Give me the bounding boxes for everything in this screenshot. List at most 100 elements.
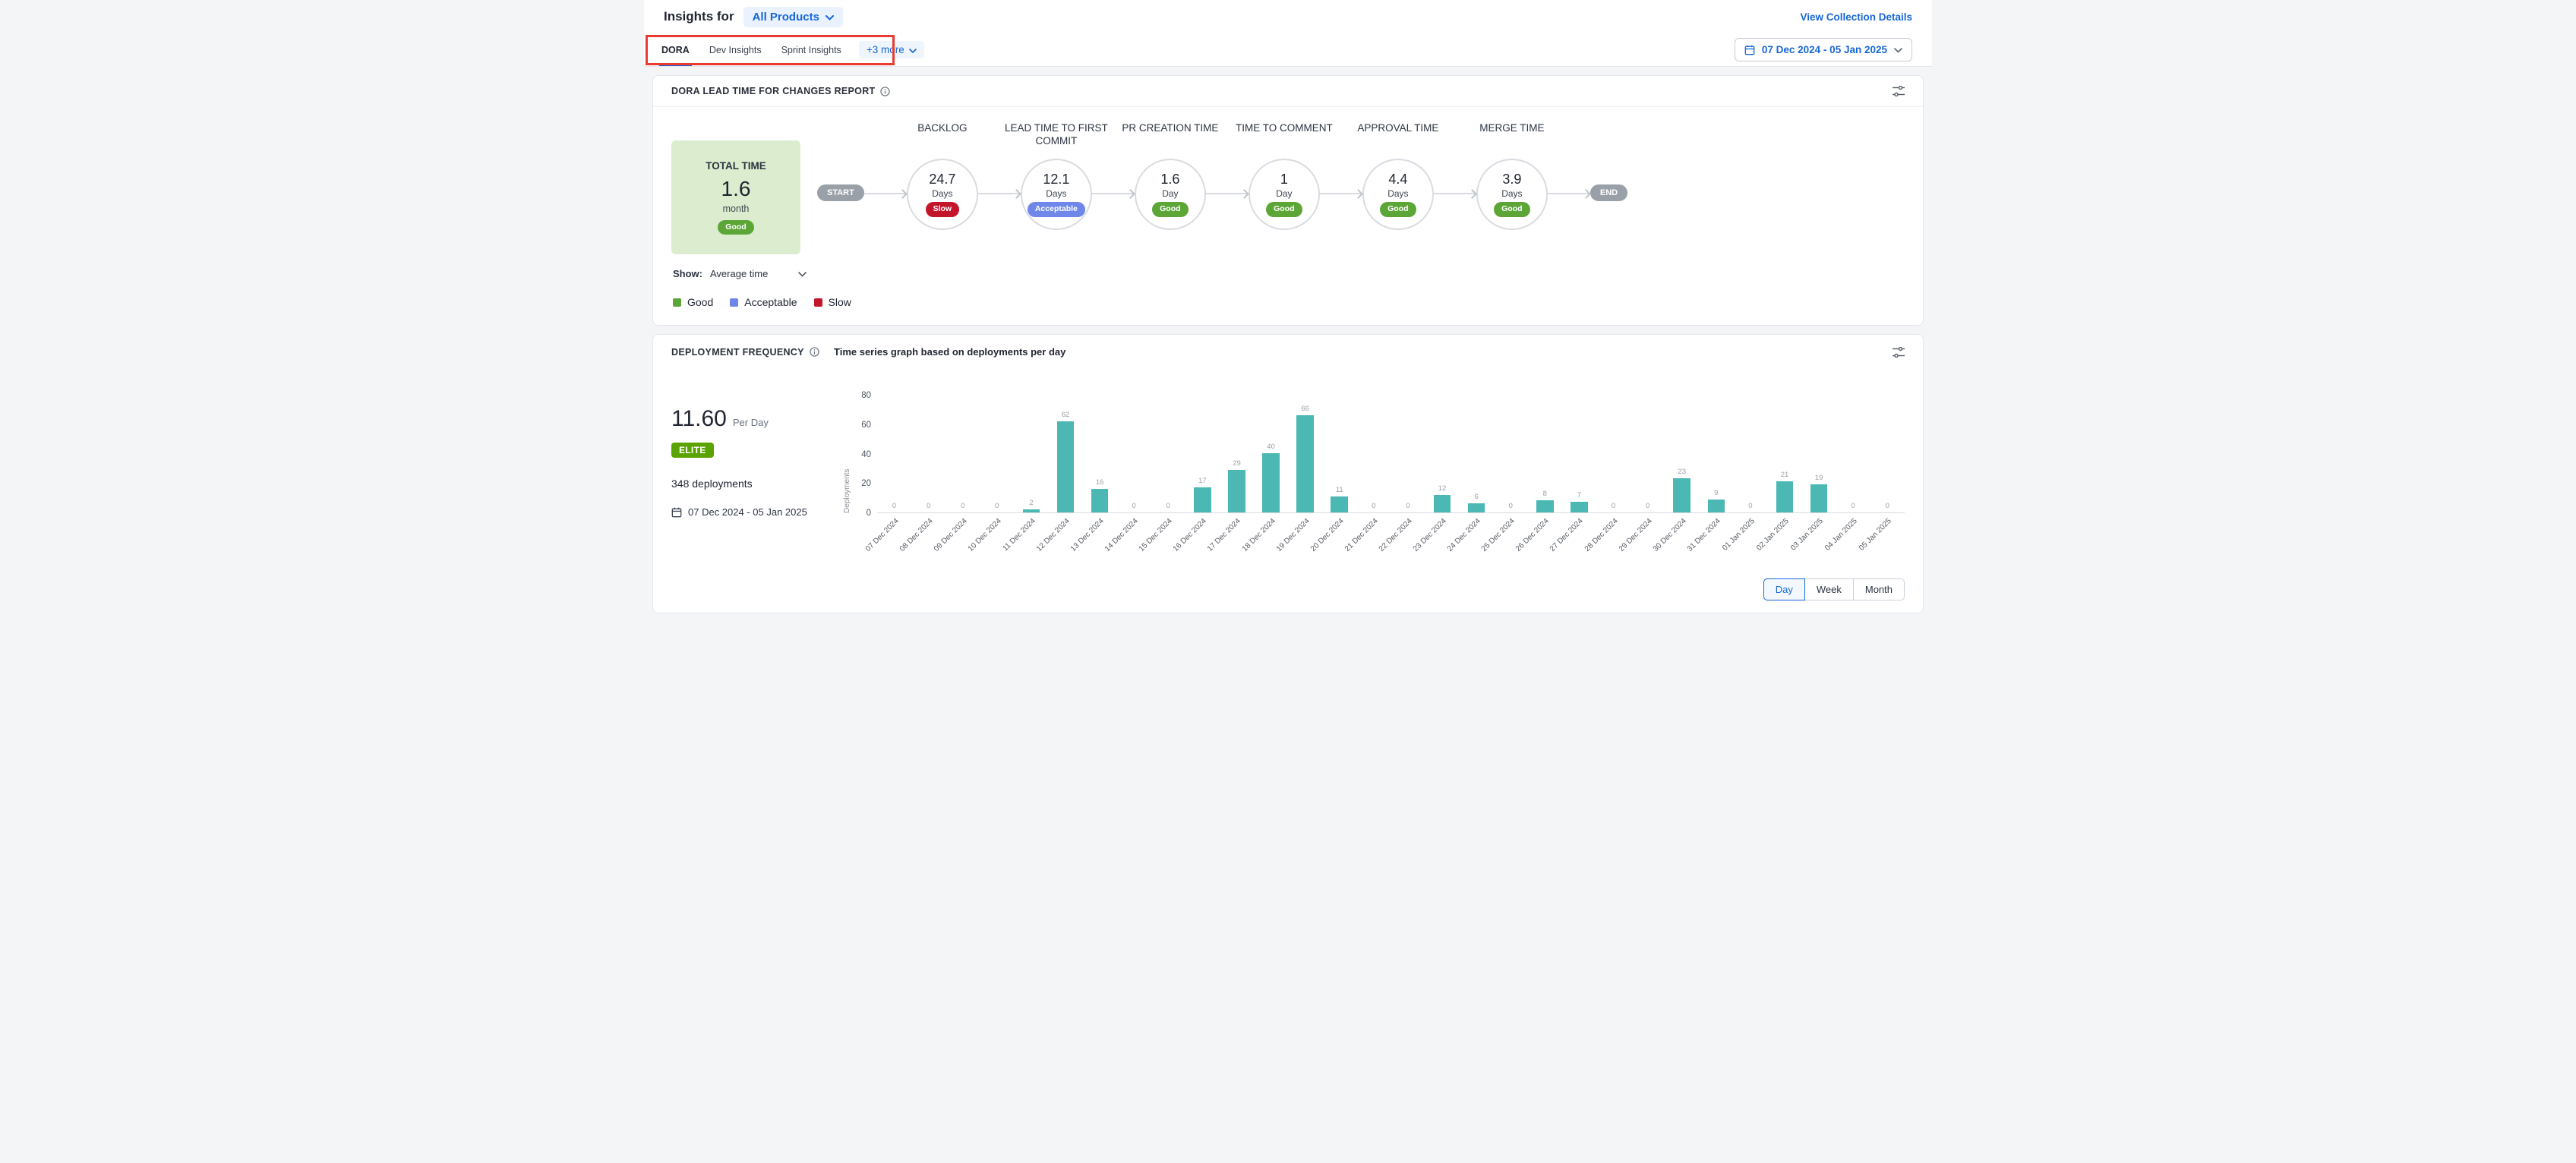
deployment-bar[interactable] bbox=[1296, 415, 1314, 512]
bar-value-label: 0 bbox=[927, 502, 930, 510]
start-pill: START bbox=[817, 184, 864, 201]
tab-dev-insights[interactable]: Dev Insights bbox=[699, 33, 772, 66]
stage-badge: Good bbox=[1266, 202, 1302, 217]
stage-badge: Good bbox=[1494, 202, 1530, 217]
bar-slot: 2102 Jan 2025 bbox=[1767, 396, 1801, 512]
info-icon[interactable] bbox=[810, 347, 819, 357]
bar-slot: 1613 Dec 2024 bbox=[1083, 396, 1117, 512]
stage-label: LEAD TIME TO FIRST COMMIT bbox=[999, 122, 1114, 159]
stage-unit: Day bbox=[1162, 188, 1178, 199]
deployment-bar[interactable] bbox=[1708, 500, 1725, 512]
deployment-bar[interactable] bbox=[1468, 503, 1485, 512]
deployment-bar[interactable] bbox=[1194, 487, 1211, 512]
stage-unit: Days bbox=[1501, 188, 1522, 199]
bar-slot: 211 Dec 2024 bbox=[1014, 396, 1048, 512]
stage-merge-time[interactable]: MERGE TIME3.9DaysGood bbox=[1476, 122, 1548, 230]
bar-slot: 028 Dec 2024 bbox=[1596, 396, 1631, 512]
bar-value-label: 29 bbox=[1233, 459, 1241, 468]
bar-slot: 022 Dec 2024 bbox=[1391, 396, 1425, 512]
y-axis-title: Deployments bbox=[843, 396, 851, 513]
deployment-bar[interactable] bbox=[1023, 509, 1040, 512]
bar-value-label: 0 bbox=[1852, 502, 1855, 510]
bar-value-label: 0 bbox=[1646, 502, 1649, 510]
stage-backlog[interactable]: BACKLOG24.7DaysSlow bbox=[907, 122, 978, 230]
deployment-bar[interactable] bbox=[1091, 489, 1109, 512]
granularity-week-button[interactable]: Week bbox=[1804, 578, 1854, 600]
stage-circle[interactable]: 12.1DaysAcceptable bbox=[1021, 159, 1092, 230]
stage-value: 1 bbox=[1280, 172, 1288, 188]
stage-time-to-comment[interactable]: TIME TO COMMENT1DayGood bbox=[1249, 122, 1320, 230]
chart-subtitle: Time series graph based on deployments p… bbox=[834, 346, 1893, 358]
stage-circle[interactable]: 1.6DayGood bbox=[1135, 159, 1206, 230]
tab-bar: DORADev InsightsSprint Insights +3 more bbox=[652, 33, 924, 66]
flow-arrow bbox=[1434, 193, 1476, 194]
deployment-bar[interactable] bbox=[1262, 453, 1280, 512]
more-tabs-label: +3 more bbox=[867, 44, 904, 55]
more-tabs-button[interactable]: +3 more bbox=[859, 41, 924, 58]
bar-value-label: 11 bbox=[1336, 486, 1343, 494]
bar-slot: 727 Dec 2024 bbox=[1562, 396, 1596, 512]
y-tick-label: 40 bbox=[861, 450, 871, 459]
granularity-day-button[interactable]: Day bbox=[1763, 578, 1805, 600]
show-metric-selector[interactable]: Average time bbox=[710, 268, 807, 279]
stage-circle[interactable]: 24.7DaysSlow bbox=[907, 159, 978, 230]
stage-label: APPROVAL TIME bbox=[1340, 122, 1456, 159]
widget-settings-icon[interactable] bbox=[1893, 86, 1905, 96]
legend-label: Good bbox=[687, 296, 713, 308]
bar-value-label: 7 bbox=[1577, 491, 1581, 500]
deployment-bar[interactable] bbox=[1571, 502, 1588, 512]
stage-unit: Day bbox=[1276, 188, 1292, 199]
stage-approval-time[interactable]: APPROVAL TIME4.4DaysGood bbox=[1362, 122, 1434, 230]
deployment-bar[interactable] bbox=[1057, 421, 1075, 512]
legend-label: Slow bbox=[829, 296, 851, 308]
info-icon[interactable] bbox=[880, 87, 890, 96]
deployment-date-range-label: 07 Dec 2024 - 05 Jan 2025 bbox=[688, 506, 807, 518]
stage-lead-time-to-first-commit[interactable]: LEAD TIME TO FIRST COMMIT12.1DaysAccepta… bbox=[1021, 122, 1092, 230]
stage-badge: Good bbox=[1380, 202, 1416, 217]
deployment-bar[interactable] bbox=[1776, 481, 1794, 512]
stage-circle[interactable]: 3.9DaysGood bbox=[1476, 159, 1548, 230]
stage-circle[interactable]: 4.4DaysGood bbox=[1362, 159, 1434, 230]
top-bar: Insights for All Products View Collectio… bbox=[644, 0, 1932, 67]
deployment-bar[interactable] bbox=[1810, 484, 1828, 512]
bar-slot: 931 Dec 2024 bbox=[1699, 396, 1733, 512]
deployment-bar[interactable] bbox=[1331, 496, 1348, 512]
bar-slot: 009 Dec 2024 bbox=[945, 396, 980, 512]
bar-value-label: 17 bbox=[1198, 477, 1207, 485]
deployment-bar[interactable] bbox=[1228, 470, 1245, 512]
date-range-picker[interactable]: 07 Dec 2024 - 05 Jan 2025 bbox=[1735, 38, 1912, 61]
bar-slot: 014 Dec 2024 bbox=[1117, 396, 1151, 512]
deployment-card-title: DEPLOYMENT FREQUENCY bbox=[671, 347, 834, 358]
bar-value-label: 0 bbox=[1509, 502, 1513, 510]
view-collection-details-link[interactable]: View Collection Details bbox=[1800, 11, 1912, 23]
bar-value-label: 0 bbox=[1372, 502, 1375, 510]
calendar-icon bbox=[1744, 45, 1755, 55]
deployment-bar[interactable] bbox=[1434, 495, 1451, 512]
deployment-count: 348 deployments bbox=[671, 477, 843, 490]
stage-circle[interactable]: 1Day Good bbox=[1249, 159, 1320, 230]
stage-value: 24.7 bbox=[929, 172, 955, 188]
tab-sprint-insights[interactable]: Sprint Insights bbox=[772, 33, 851, 66]
stage-pr-creation-time[interactable]: PR CREATION TIME1.6DayGood bbox=[1135, 122, 1206, 230]
bar-value-label: 16 bbox=[1096, 478, 1104, 487]
bar-value-label: 9 bbox=[1714, 489, 1718, 497]
bar-slot: 1716 Dec 2024 bbox=[1185, 396, 1220, 512]
granularity-month-button[interactable]: Month bbox=[1853, 578, 1905, 600]
bar-slot: 005 Jan 2025 bbox=[1870, 396, 1905, 512]
tab-dora[interactable]: DORA bbox=[652, 33, 699, 66]
legend-item-slow: Slow bbox=[814, 296, 851, 308]
flow-arrow bbox=[1320, 193, 1362, 194]
legend-item-good: Good bbox=[673, 296, 713, 308]
bar-slot: 1120 Dec 2024 bbox=[1322, 396, 1356, 512]
product-selector[interactable]: All Products bbox=[743, 7, 843, 27]
stage-label: TIME TO COMMENT bbox=[1226, 122, 1342, 159]
performance-badge: ELITE bbox=[671, 443, 714, 458]
end-pill: END bbox=[1590, 184, 1627, 201]
bar-slot: 008 Dec 2024 bbox=[911, 396, 945, 512]
deployment-bar[interactable] bbox=[1673, 478, 1690, 512]
stage-unit: Days bbox=[932, 188, 952, 199]
lead-time-title-text: DORA LEAD TIME FOR CHANGES REPORT bbox=[671, 86, 875, 96]
deployment-bar[interactable] bbox=[1536, 500, 1554, 512]
bar-plot: 007 Dec 2024008 Dec 2024009 Dec 2024010 … bbox=[877, 396, 1905, 513]
widget-settings-icon[interactable] bbox=[1893, 347, 1905, 358]
